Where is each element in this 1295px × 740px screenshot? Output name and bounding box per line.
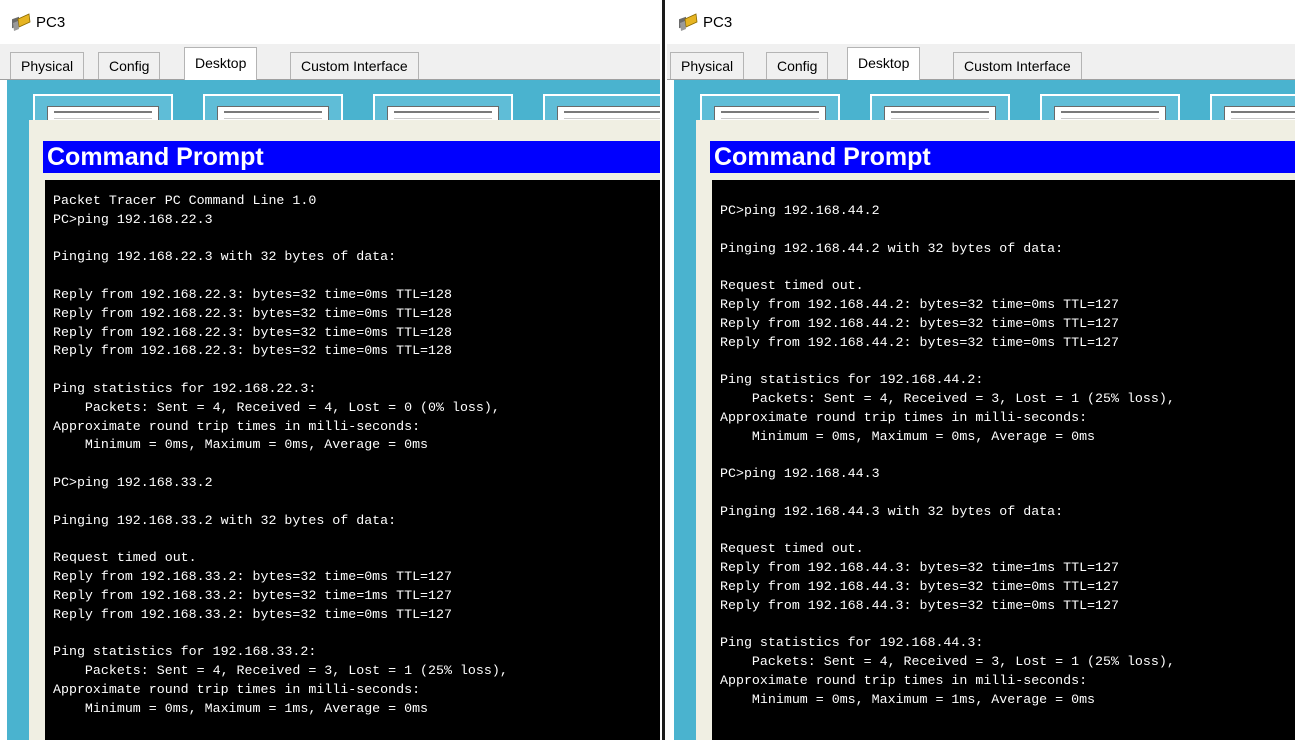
console-lines: Packet Tracer PC Command Line 1.0 PC>pin… xyxy=(53,193,508,716)
pc-app-icon xyxy=(679,13,698,31)
pc-app-icon xyxy=(12,13,31,31)
console-output[interactable]: Packet Tracer PC Command Line 1.0 PC>pin… xyxy=(45,180,660,740)
tab-desktop[interactable]: Desktop xyxy=(847,47,921,80)
console-lines: PC>ping 192.168.44.2 Pinging 192.168.44.… xyxy=(720,203,1175,707)
tab-config[interactable]: Config xyxy=(766,52,829,79)
tab-physical[interactable]: Physical xyxy=(670,52,745,79)
title-bar[interactable]: PC3 xyxy=(0,0,660,44)
tab-custom-interface[interactable]: Custom Interface xyxy=(290,52,419,79)
tab-physical[interactable]: Physical xyxy=(10,52,85,79)
command-prompt-window: Command Prompt PC>ping 192.168.44.2 Ping… xyxy=(696,120,1295,740)
tab-desktop[interactable]: Desktop xyxy=(184,47,258,80)
title-bar[interactable]: PC3 xyxy=(667,0,1295,44)
tab-config[interactable]: Config xyxy=(98,52,161,79)
pane-divider xyxy=(660,0,667,740)
desktop-area: Command Prompt Packet Tracer PC Command … xyxy=(7,80,660,740)
command-prompt-window: Command Prompt Packet Tracer PC Command … xyxy=(29,120,660,740)
tab-custom-interface[interactable]: Custom Interface xyxy=(953,52,1082,79)
pc3-window-left: PC3 Physical Config Desktop Custom Inter… xyxy=(0,0,660,740)
command-prompt-title: Command Prompt xyxy=(710,141,1295,173)
pc3-window-right: PC3 Physical Config Desktop Custom Inter… xyxy=(667,0,1295,740)
window-title: PC3 xyxy=(703,14,733,31)
tab-bar: Physical Config Desktop Custom Interface xyxy=(667,44,1295,80)
desktop-area: Command Prompt PC>ping 192.168.44.2 Ping… xyxy=(674,80,1295,740)
command-prompt-title: Command Prompt xyxy=(43,141,660,173)
console-output[interactable]: PC>ping 192.168.44.2 Pinging 192.168.44.… xyxy=(712,180,1295,740)
tab-bar: Physical Config Desktop Custom Interface xyxy=(0,44,660,80)
window-title: PC3 xyxy=(36,14,66,31)
